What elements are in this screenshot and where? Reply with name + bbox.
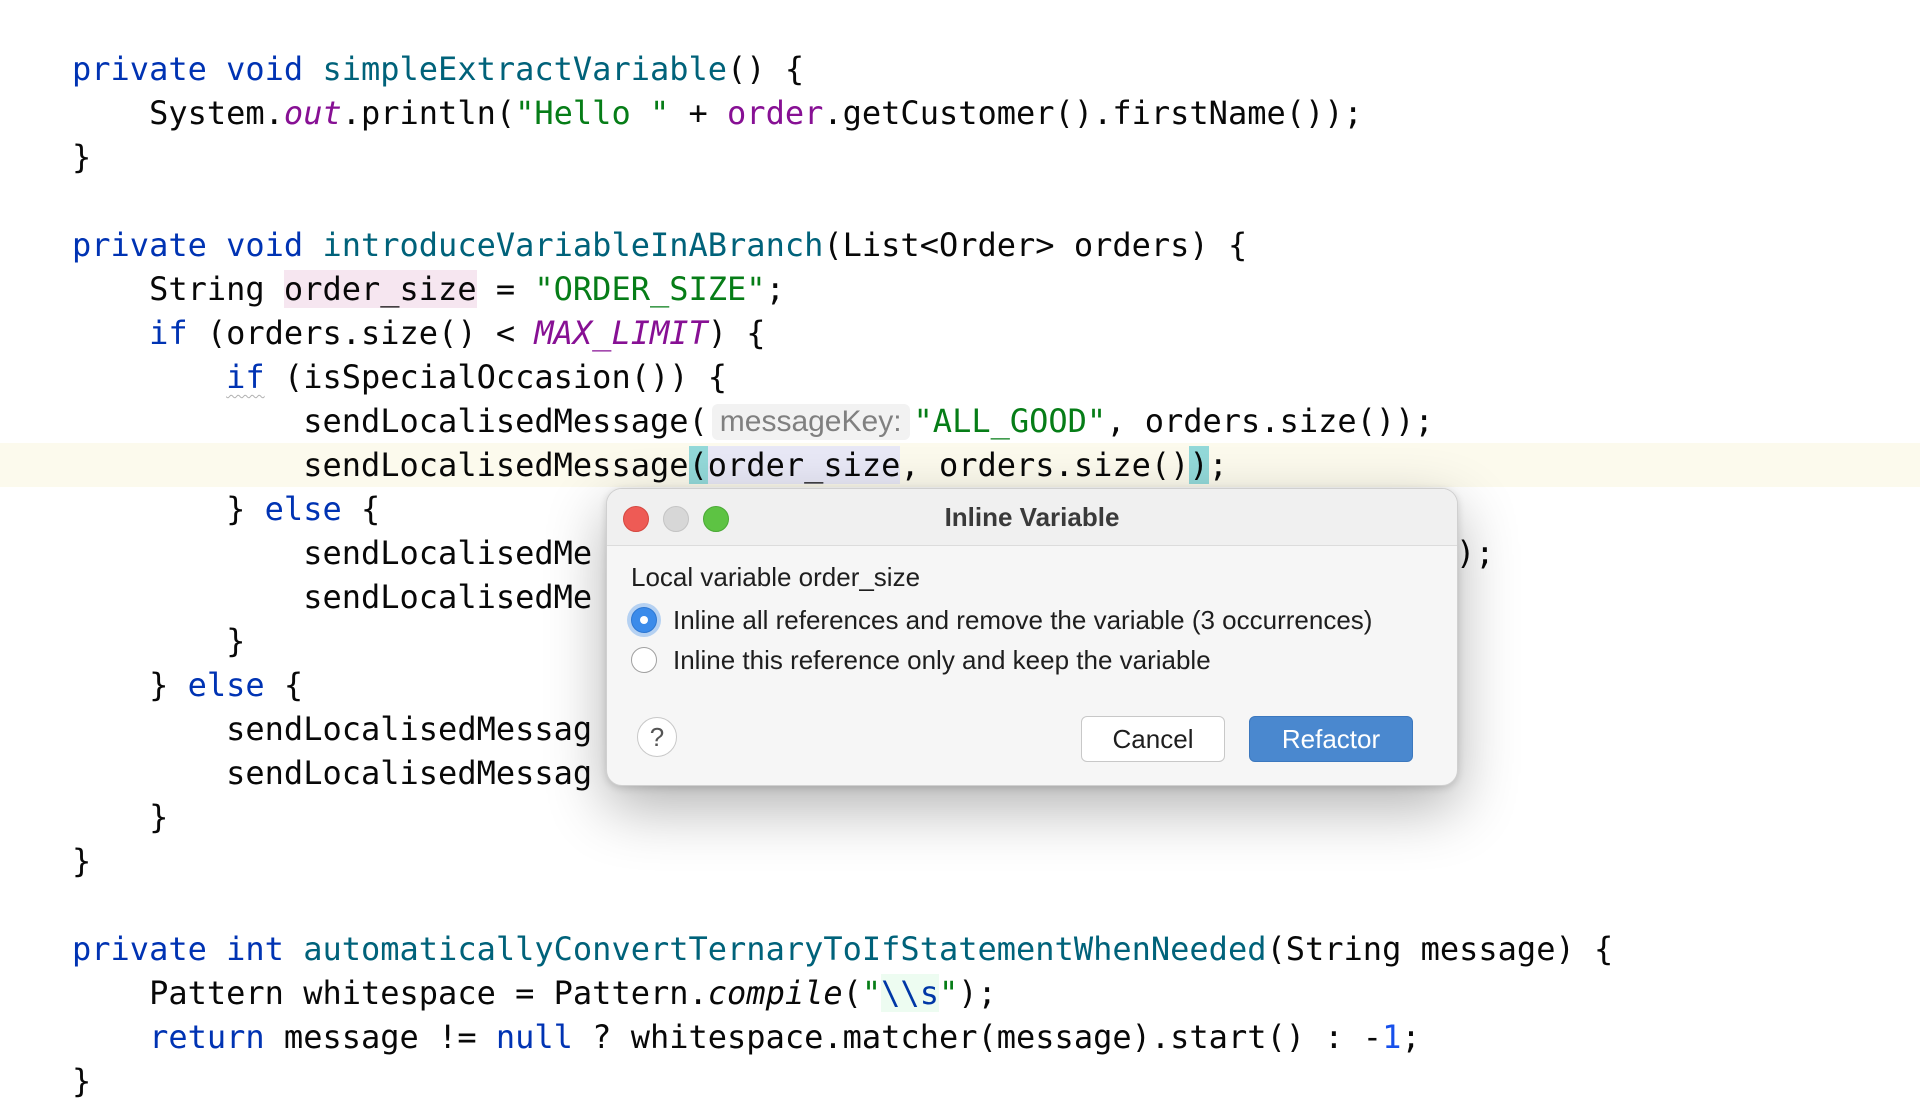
number-literal: 1: [1382, 1018, 1402, 1056]
option-label[interactable]: Inline this reference only and keep the …: [673, 643, 1211, 677]
keyword: null: [495, 1018, 573, 1056]
method-name: introduceVariableInABranch: [322, 226, 824, 264]
code-text: System.: [72, 94, 284, 132]
code-text: ? whitespace.matcher(message).start() : …: [572, 1018, 1383, 1056]
code-text: , orders.size());: [1106, 402, 1434, 440]
code-text: }: [72, 666, 188, 704]
keyword: return: [149, 1018, 265, 1056]
radio-button-selected[interactable]: [631, 607, 657, 633]
code-text: {: [264, 666, 304, 704]
code-text: }: [72, 1062, 92, 1100]
code-text: (orders.size() <: [187, 314, 535, 352]
code-line: }: [72, 839, 1920, 883]
string-literal: "ALL_GOOD": [913, 402, 1107, 440]
field-reference: order: [727, 94, 824, 132]
code-line: }: [72, 1059, 1920, 1103]
keyword: else: [187, 666, 265, 704]
static-field: out: [283, 94, 342, 132]
dialog-title: Inline Variable: [944, 502, 1120, 532]
code-text: ;: [1208, 446, 1228, 484]
code-line: }: [72, 795, 1920, 839]
code-text: }: [72, 138, 92, 176]
keyword: else: [264, 490, 342, 528]
code-text: .getCustomer().firstName());: [823, 94, 1363, 132]
code-text: }: [72, 490, 265, 528]
code-line: }: [72, 135, 1920, 179]
code-line: return message != null ? whitespace.matc…: [72, 1015, 1920, 1059]
keyword: if: [149, 314, 188, 352]
code-text: message !=: [264, 1018, 496, 1056]
code-text: sendLocalisedMessage(: [72, 402, 708, 440]
code-text: , orders.size(): [900, 446, 1190, 484]
static-method: compile: [707, 974, 843, 1012]
code-text: ;: [765, 270, 785, 308]
code-text: =: [476, 270, 535, 308]
code-text: );: [1456, 534, 1495, 572]
code-line: Pattern whitespace = Pattern.compile("\\…: [72, 971, 1920, 1015]
code-text: }: [72, 842, 92, 880]
code-text: (: [842, 974, 862, 1012]
escape-sequence: \\s: [881, 974, 939, 1012]
code-text: sendLocalisedMessag: [72, 710, 593, 748]
keyword: private void: [72, 50, 323, 88]
code-line: private void introduceVariableInABranch(…: [72, 223, 1920, 267]
string-literal: ": [861, 974, 882, 1012]
code-text: sendLocalisedMe: [72, 534, 593, 572]
paren-match: (: [688, 446, 708, 484]
code-text: {: [341, 490, 381, 528]
method-name: simpleExtractVariable: [322, 50, 728, 88]
code-text: String: [72, 270, 284, 308]
method-name: automaticallyConvertTernaryToIfStatement…: [303, 930, 1267, 968]
code-text: +: [669, 94, 728, 132]
code-line-tail: );: [1456, 531, 1556, 575]
help-button[interactable]: ?: [637, 717, 677, 757]
code-line: System.out.println("Hello " + order.getC…: [72, 91, 1920, 135]
option-label[interactable]: Inline all references and remove the var…: [673, 603, 1372, 637]
code-line: sendLocalisedMessage(messageKey: "ALL_GOO…: [72, 399, 1920, 443]
code-text: );: [958, 974, 997, 1012]
dialog-subtitle: Local variable order_size: [631, 562, 921, 592]
code-text: (List<Order> orders) {: [823, 226, 1248, 264]
code-text: sendLocalisedMe: [72, 578, 593, 616]
code-text: }: [72, 798, 169, 836]
code-line: String order_size = "ORDER_SIZE";: [72, 267, 1920, 311]
code-line: private int automaticallyConvertTernaryT…: [72, 927, 1920, 971]
dialog-titlebar[interactable]: Inline Variable: [607, 489, 1457, 546]
code-text: Pattern whitespace = Pattern.: [72, 974, 708, 1012]
radio-button[interactable]: [631, 647, 657, 673]
parameter-hint: messageKey:: [711, 404, 910, 440]
code-text: (isSpecialOccasion()) {: [264, 358, 728, 396]
option-inline-this[interactable]: Inline this reference only and keep the …: [631, 643, 1211, 677]
keyword: int: [226, 930, 304, 968]
code-text: ;: [1401, 1018, 1421, 1056]
constant: MAX_LIMIT: [534, 314, 708, 352]
variable-usage[interactable]: order_size: [707, 446, 901, 484]
code-text: () {: [727, 50, 805, 88]
code-text: sendLocalisedMessag: [72, 754, 593, 792]
code-line: if (orders.size() < MAX_LIMIT) {: [72, 311, 1920, 355]
inline-variable-dialog: Inline Variable Local variable order_siz…: [606, 488, 1458, 786]
paren-match: ): [1189, 446, 1209, 484]
code-text: .println(: [341, 94, 516, 132]
code-line: if (isSpecialOccasion()) {: [72, 355, 1920, 399]
keyword: private void: [72, 226, 323, 264]
option-inline-all[interactable]: Inline all references and remove the var…: [631, 603, 1372, 637]
current-line: sendLocalisedMessage(order_size, orders.…: [0, 443, 1920, 487]
code-text: ) {: [707, 314, 766, 352]
cancel-button[interactable]: Cancel: [1081, 716, 1225, 762]
keyword-warning[interactable]: if: [226, 358, 265, 396]
refactor-button[interactable]: Refactor: [1249, 716, 1413, 762]
keyword: private: [72, 930, 227, 968]
string-literal: ": [938, 974, 959, 1012]
string-literal: "Hello ": [515, 94, 670, 132]
string-literal: "ORDER_SIZE": [534, 270, 766, 308]
variable-highlight[interactable]: order_size: [283, 270, 477, 308]
code-line: private void simpleExtractVariable() {: [72, 47, 1920, 91]
code-text: }: [72, 622, 246, 660]
code-text: sendLocalisedMessage: [72, 446, 689, 484]
code-text: (String message) {: [1266, 930, 1614, 968]
